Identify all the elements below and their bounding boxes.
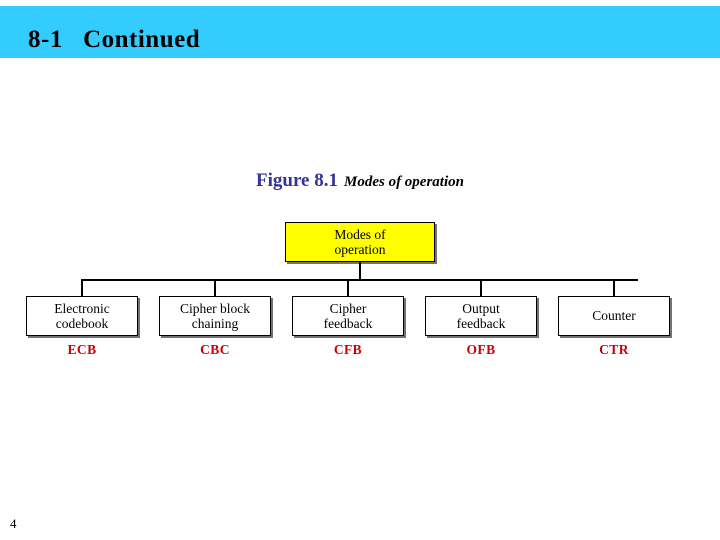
diagram-abbr-ctr: CTR	[599, 342, 629, 357]
connector-horizontal-bus	[81, 279, 638, 281]
diagram-node-ctr: Counter	[558, 296, 670, 336]
diagram-abbr-ofb: OFB	[466, 342, 496, 357]
diagram-node-cbc: Cipher block chaining	[159, 296, 271, 336]
figure-caption: Figure 8.1 Modes of operation	[0, 170, 720, 192]
figure-label: Figure 8.1	[256, 170, 338, 191]
diagram-abbr-ecb: ECB	[67, 342, 97, 357]
diagram-node-root-label: Modes of operation	[334, 226, 386, 257]
diagram-node-cfb: Cipher feedback	[292, 296, 404, 336]
diagram-node-ecb-label: Electronic codebook	[54, 300, 110, 331]
connector-root-stem	[359, 262, 361, 280]
connector-drop-5	[613, 279, 615, 297]
diagram-abbr-cbc: CBC	[200, 342, 230, 357]
diagram-node-root: Modes of operation	[285, 222, 435, 262]
connector-drop-2	[214, 279, 216, 297]
connector-drop-4	[480, 279, 482, 297]
slide-number: 4	[10, 516, 17, 531]
diagram-node-ofb: Output feedback	[425, 296, 537, 336]
diagram-node-ctr-label: Counter	[592, 308, 636, 324]
diagram-node-cbc-label: Cipher block chaining	[179, 300, 251, 331]
connector-drop-1	[81, 279, 83, 297]
page-title: 8-1 Continued	[28, 26, 201, 53]
slide-title-banner: 8-1 Continued	[0, 6, 720, 58]
diagram-node-ofb-label: Output feedback	[456, 300, 506, 331]
diagram-node-ecb: Electronic codebook	[26, 296, 138, 336]
figure-title: Modes of operation	[343, 174, 464, 190]
diagram-node-cfb-label: Cipher feedback	[323, 300, 373, 331]
connector-drop-3	[347, 279, 349, 297]
diagram-abbr-cfb: CFB	[333, 342, 363, 357]
modes-of-operation-diagram: Modes of operation Electronic codebook C…	[20, 216, 700, 376]
